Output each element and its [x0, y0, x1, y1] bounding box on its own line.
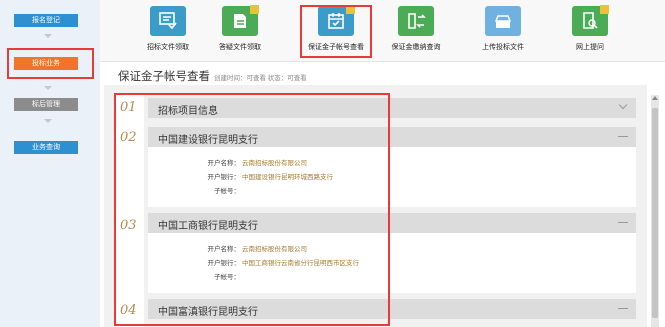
tool-label: 上传投标文件 — [482, 44, 524, 51]
page-title: 保证金子帐号查看 — [118, 71, 210, 83]
chevron-down-icon — [44, 86, 52, 90]
collapse-icon[interactable] — [618, 136, 628, 137]
collapse-icon[interactable] — [618, 308, 628, 309]
tool-label: 网上提问 — [576, 44, 604, 51]
sidebar-item-registration[interactable]: 报名登记 — [14, 14, 78, 27]
collapse-icon[interactable] — [618, 222, 628, 223]
tool-online-question[interactable]: 网上提问 — [554, 5, 626, 58]
page-meta: 创建时间：可查看 状态：可查看 — [214, 75, 307, 82]
search-doc-icon — [572, 5, 609, 36]
chevron-down-icon[interactable] — [618, 100, 628, 110]
checkmark-badge-icon — [250, 5, 259, 14]
qa-file-icon — [222, 5, 259, 36]
tool-label: 保证金缴纳查询 — [391, 44, 441, 51]
scroll-up-arrow-icon[interactable] — [652, 96, 658, 100]
sidebar: 报名登记 投标业务 标后管理 业务查询 — [0, 0, 100, 327]
tool-label: 答疑文件领取 — [219, 44, 261, 51]
checkmark-badge-icon — [600, 5, 609, 14]
chevron-down-icon — [44, 34, 52, 38]
exchange-icon — [398, 6, 434, 36]
tool-label: 招标文件领取 — [147, 44, 189, 51]
scrollbar-thumb[interactable] — [652, 108, 658, 318]
content-highlight-box — [114, 93, 390, 326]
tool-bid-doc-receive[interactable]: 招标文件领取 — [132, 6, 204, 58]
tool-qa-doc-receive[interactable]: 答疑文件领取 — [204, 5, 276, 58]
tool-upload-bid-file[interactable]: 上传投标文件 — [467, 6, 539, 58]
sidebar-item-post-bid[interactable]: 标后管理 — [14, 98, 78, 111]
sidebar-item-query[interactable]: 业务查询 — [14, 141, 78, 154]
sidebar-item-bidding[interactable]: 投标业务 — [14, 57, 78, 70]
chevron-down-icon — [44, 119, 52, 123]
document-receive-icon — [150, 6, 186, 36]
upload-tray-icon — [485, 6, 521, 36]
toolbar: 招标文件领取 答疑文件领取 保证金子帐号查看 保证金缴纳查询 上传投标文件 网上… — [100, 0, 665, 62]
toolbar-highlight-box — [300, 5, 372, 58]
tool-deposit-payment-query[interactable]: 保证金缴纳查询 — [380, 6, 452, 58]
